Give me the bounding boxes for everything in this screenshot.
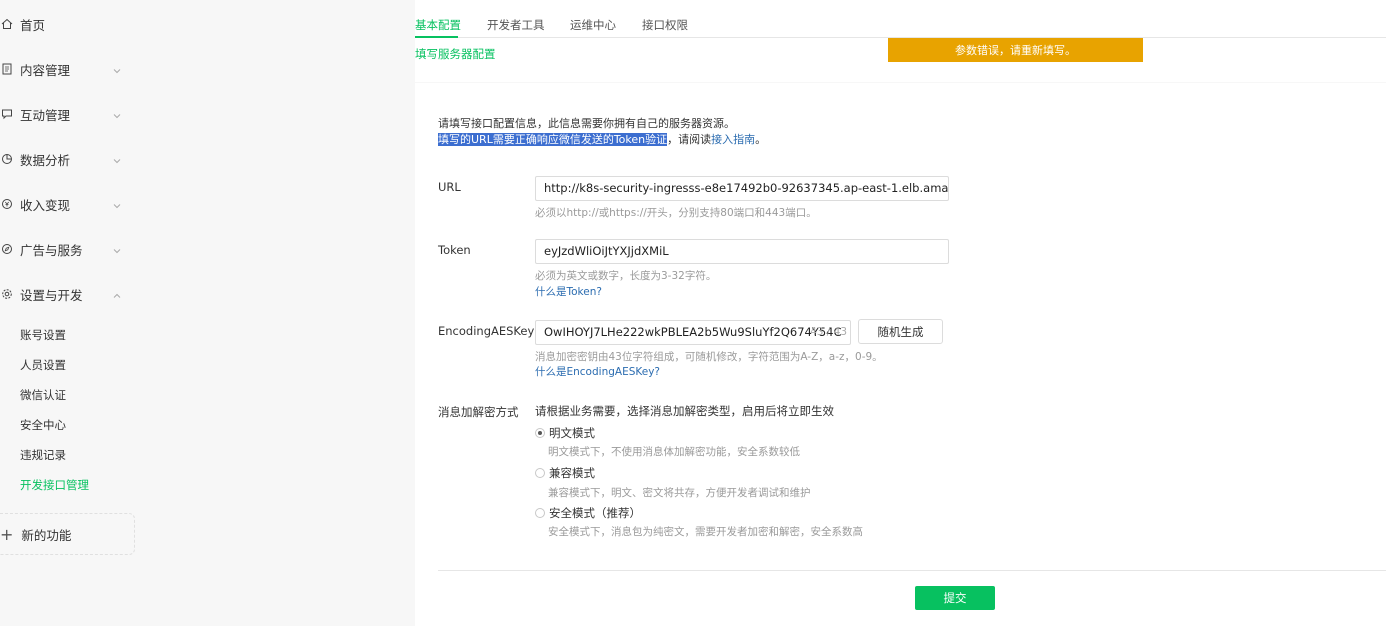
token-input[interactable]: eyJzdWliOiJtYXJjdXMiL [535,239,949,264]
url-label: URL [438,180,461,194]
intro-text-end: 。 [755,133,767,146]
radio-label: 明文模式 [549,426,595,440]
nav-item-label: 内容管理 [20,62,71,78]
divider [438,570,1386,571]
intro-text-2: 填写的URL需要正确响应微信发送的Token验证，请阅读接入指南。 [438,131,766,147]
plus-icon: + [0,524,14,544]
nav-item-label: 首页 [20,17,46,33]
error-alert: 参数错误，请重新填写。 [888,38,1143,62]
radio-secure-mode[interactable]: 安全模式（推荐） [535,505,641,521]
radio-plaintext-mode[interactable]: 明文模式 [535,425,595,441]
chevron-down-icon [112,64,122,74]
nav-item-settings[interactable]: 设置与开发 [0,279,135,309]
tab-api-permissions[interactable]: 接口权限 [642,17,688,33]
tab-basic-config[interactable]: 基本配置 [415,17,461,33]
aes-char-count: 43 / 43 [810,326,847,338]
new-feature-button[interactable]: + 新的功能 [0,513,135,555]
compass-icon [0,242,14,256]
aes-hint: 消息加密密钥由43位字符组成，可随机修改，字符范围为A-Z，a-z，0-9。 [535,351,883,363]
chevron-up-icon [112,289,122,299]
encryption-mode-hint: 请根据业务需要，选择消息加解密类型，启用后将立即生效 [535,404,834,418]
radio-description: 安全模式下，消息包为纯密文，需要开发者加密和解密，安全系数高 [548,526,863,538]
sidebar-item-staff-settings[interactable]: 人员设置 [20,354,66,376]
sidebar: 首页 内容管理 互动管理 数据分析 收入变现 广告与服务 设置与开发 账号设置 … [0,0,415,626]
selected-text: 填写的URL需要正确响应微信发送的Token验证 [438,133,668,146]
radio-description: 兼容模式下，明文、密文将共存，方便开发者调试和维护 [548,487,811,499]
radio-label: 兼容模式 [549,466,595,480]
access-guide-link[interactable]: 接入指南 [711,133,755,146]
new-feature-label: 新的功能 [21,527,72,543]
top-tabs: 基本配置 开发者工具 运维中心 接口权限 [415,0,1386,38]
pie-chart-icon [0,152,14,166]
nav-item-label: 设置与开发 [20,287,83,303]
aes-label: EncodingAESKey [438,324,535,338]
nav-item-ads[interactable]: 广告与服务 [0,234,135,264]
nav-item-interaction[interactable]: 互动管理 [0,99,135,129]
nav-item-home[interactable]: 首页 [0,9,135,39]
url-input[interactable]: http://k8s-security-ingresss-e8e17492b0-… [535,176,949,201]
radio-button[interactable] [535,508,545,518]
section-title: 填写服务器配置 [415,47,496,61]
nav-item-monetization[interactable]: 收入变现 [0,189,135,219]
nav-item-label: 收入变现 [20,197,71,213]
url-hint: 必须以http://或https://开头，分别支持80端口和443端口。 [535,207,817,219]
gear-icon [0,287,14,301]
sidebar-item-security-center[interactable]: 安全中心 [20,414,66,436]
nav-item-label: 数据分析 [20,152,71,168]
tab-developer-tools[interactable]: 开发者工具 [487,17,545,33]
chevron-down-icon [112,244,122,254]
sidebar-item-wechat-verification[interactable]: 微信认证 [20,384,66,406]
radio-label: 安全模式（推荐） [549,506,641,520]
nav-item-label: 互动管理 [20,107,71,123]
sidebar-item-account-settings[interactable]: 账号设置 [20,324,66,346]
radio-button[interactable] [535,468,545,478]
chevron-down-icon [112,109,122,119]
token-hint: 必须为英文或数字，长度为3-32字符。 [535,270,717,282]
chevron-down-icon [112,199,122,209]
intro-text-rest: ，请阅读 [667,133,712,146]
server-config-form: 请填写接口配置信息，此信息需要你拥有自己的服务器资源。 填写的URL需要正确响应… [415,83,1386,626]
chevron-down-icon [112,154,122,164]
document-icon [0,62,14,76]
sidebar-item-dev-api-management[interactable]: 开发接口管理 [20,474,89,496]
what-is-token-link[interactable]: 什么是Token? [535,284,602,299]
tab-ops-center[interactable]: 运维中心 [570,17,616,33]
sidebar-item-violation-records[interactable]: 违规记录 [20,444,66,466]
chat-icon [0,107,14,121]
nav-item-analytics[interactable]: 数据分析 [0,144,135,174]
token-label: Token [438,243,471,257]
random-generate-button[interactable]: 随机生成 [858,319,943,344]
subheader: 填写服务器配置 参数错误，请重新填写。 [415,38,1386,82]
radio-button-checked[interactable] [535,428,545,438]
radio-compatible-mode[interactable]: 兼容模式 [535,465,595,481]
home-icon [0,17,14,31]
submit-button[interactable]: 提交 [915,586,995,610]
encryption-mode-label: 消息加解密方式 [438,405,519,419]
nav-item-label: 广告与服务 [20,242,83,258]
what-is-aes-key-link[interactable]: 什么是EncodingAESKey? [535,364,660,379]
encoding-aes-key-input[interactable]: OwIHOYJ7LHe222wkPBLEA2b5Wu9SluYf2Q674Y54… [535,320,851,345]
money-icon [0,197,14,211]
nav-item-content[interactable]: 内容管理 [0,54,135,84]
radio-description: 明文模式下，不使用消息体加解密功能，安全系数较低 [548,446,800,458]
intro-text: 请填写接口配置信息，此信息需要你拥有自己的服务器资源。 [438,117,735,130]
